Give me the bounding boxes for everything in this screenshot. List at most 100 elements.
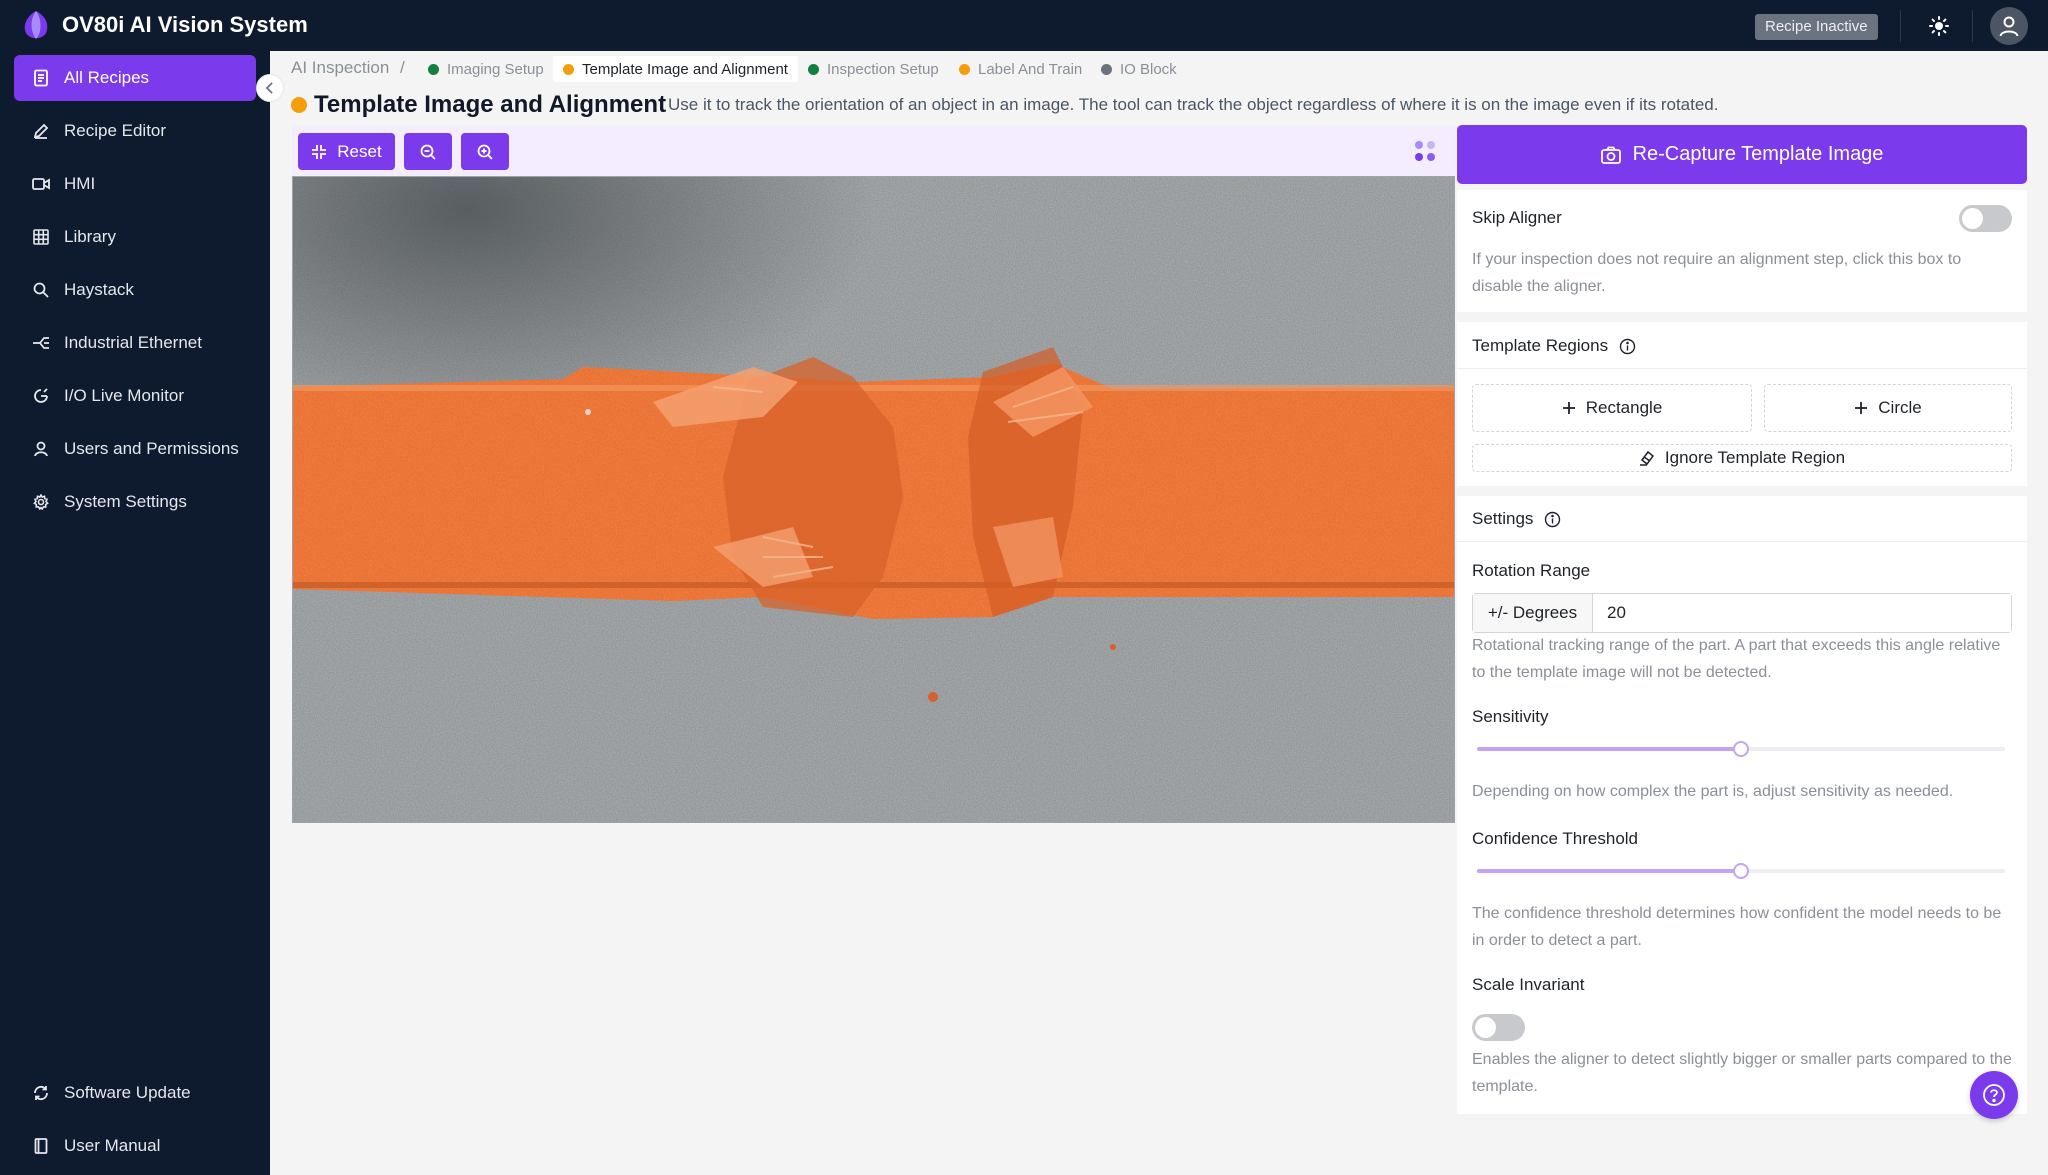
ethernet-icon [32, 334, 50, 352]
settings-title: Settings [1472, 509, 1561, 529]
sidebar: All Recipes Recipe Editor HMI Library Ha… [0, 51, 270, 1175]
sidebar-item-label: I/O Live Monitor [64, 386, 184, 405]
user-avatar[interactable] [1990, 7, 2028, 45]
sidebar-item-recipe-editor[interactable]: Recipe Editor [14, 108, 256, 154]
ignore-template-region-button[interactable]: Ignore Template Region [1472, 444, 2012, 472]
reset-label: Reset [337, 141, 382, 161]
sidebar-item-label: Software Update [64, 1083, 191, 1102]
status-dot [959, 63, 970, 75]
reset-button[interactable]: Reset [298, 133, 395, 170]
compress-icon [312, 144, 327, 159]
sidebar-item-label: Library [64, 227, 116, 246]
breadcrumb-step-label: IO Block [1120, 60, 1177, 78]
rotation-unit-addon: +/- Degrees [1473, 594, 1593, 632]
chevron-left-icon [265, 82, 273, 94]
status-dot [1101, 63, 1112, 75]
eraser-icon [1639, 450, 1655, 466]
rotation-range-help: Rotational tracking range of the part. A… [1472, 637, 2001, 681]
logo-icon [24, 11, 48, 39]
page-description: Use it to track the orientation of an ob… [668, 95, 1719, 114]
template-image[interactable] [292, 176, 1455, 823]
grid-icon [32, 228, 50, 246]
recipe-status-badge: Recipe Inactive [1755, 14, 1878, 40]
slider-handle[interactable] [1733, 741, 1749, 757]
loading-dots-icon [1415, 141, 1435, 161]
rotation-range-label: Rotation Range [1472, 561, 1591, 580]
skip-aligner-help: If your inspection does not require an a… [1472, 251, 1962, 295]
sidebar-item-label: HMI [64, 174, 96, 193]
confidence-threshold-slider[interactable] [1477, 862, 2005, 880]
rotation-range-input[interactable] [1593, 594, 2011, 632]
settings-card [1457, 496, 2027, 1114]
divider [1457, 368, 2027, 369]
template-image-canvas[interactable] [293, 177, 1455, 823]
toggle-knob [1475, 1017, 1496, 1038]
theme-toggle-button[interactable] [1921, 10, 1957, 42]
confidence-threshold-help: The confidence threshold determines how … [1472, 905, 2002, 949]
sidebar-item-user-manual[interactable]: User Manual [14, 1123, 256, 1169]
breadcrumb-step-io-block[interactable]: IO Block [1091, 56, 1187, 82]
pencil-icon [32, 122, 50, 140]
topbar-divider [1972, 10, 1973, 42]
zoom-in-button[interactable] [461, 133, 509, 170]
info-icon[interactable] [1619, 338, 1636, 355]
slider-track [1477, 869, 1741, 873]
sidebar-item-label: Recipe Editor [64, 121, 167, 140]
breadcrumb-step-label: Label And Train [978, 60, 1083, 78]
sidebar-item-label: Industrial Ethernet [64, 333, 202, 352]
camera-icon [1600, 146, 1621, 164]
breadcrumb-separator: / [400, 58, 405, 77]
breadcrumb-step-label-and-train[interactable]: Label And Train [949, 56, 1092, 82]
sidebar-item-users-permissions[interactable]: Users and Permissions [14, 426, 256, 472]
breadcrumb-step-template-image[interactable]: Template Image and Alignment [553, 56, 798, 82]
sidebar-item-label: System Settings [64, 492, 187, 511]
sidebar-item-label: Haystack [64, 280, 134, 299]
zoom-in-icon [477, 144, 493, 160]
sidebar-item-haystack[interactable]: Haystack [14, 267, 256, 313]
sidebar-item-library[interactable]: Library [14, 214, 256, 260]
sidebar-item-all-recipes[interactable]: All Recipes [14, 55, 256, 101]
page-title: Template Image and Alignment [314, 91, 667, 118]
question-icon [1983, 1084, 2005, 1106]
add-circle-button[interactable]: Circle [1764, 384, 2012, 432]
topbar-divider [1900, 10, 1901, 42]
plus-icon [1854, 401, 1868, 415]
breadcrumb-root[interactable]: AI Inspection [291, 58, 389, 78]
monitor-icon [32, 387, 50, 405]
video-icon [32, 175, 50, 193]
sidebar-item-software-update[interactable]: Software Update [14, 1070, 256, 1116]
breadcrumb-step-inspection-setup[interactable]: Inspection Setup [798, 56, 949, 82]
skip-aligner-toggle[interactable] [1959, 205, 2012, 232]
gear-icon [32, 493, 50, 511]
breadcrumb-step-label: Inspection Setup [827, 60, 939, 78]
settings-title-text: Settings [1472, 509, 1534, 528]
scale-invariant-toggle[interactable] [1472, 1014, 1525, 1041]
add-rectangle-button[interactable]: Rectangle [1472, 384, 1752, 432]
sidebar-item-industrial-ethernet[interactable]: Industrial Ethernet [14, 320, 256, 366]
status-dot [563, 63, 574, 75]
sidebar-item-hmi[interactable]: HMI [14, 161, 256, 207]
refresh-icon [32, 1084, 50, 1102]
user-icon [32, 440, 50, 458]
app-title: OV80i AI Vision System [62, 12, 308, 37]
sidebar-collapse-button[interactable] [256, 74, 284, 102]
sidebar-item-system-settings[interactable]: System Settings [14, 479, 256, 525]
sensitivity-help: Depending on how complex the part is, ad… [1472, 783, 1954, 800]
breadcrumb-step-label: Template Image and Alignment [582, 60, 788, 78]
circle-label: Circle [1878, 398, 1922, 417]
search-icon [32, 281, 50, 299]
help-button[interactable] [1970, 1071, 2018, 1119]
rotation-range-field: +/- Degrees [1472, 593, 2012, 633]
zoom-out-button[interactable] [404, 133, 452, 170]
rectangle-label: Rectangle [1585, 398, 1663, 417]
status-dot [428, 63, 439, 75]
sidebar-item-io-live-monitor[interactable]: I/O Live Monitor [14, 373, 256, 419]
recapture-template-button[interactable]: Re-Capture Template Image [1457, 125, 2027, 184]
template-regions-title-text: Template Regions [1472, 336, 1609, 355]
breadcrumb-step-imaging-setup[interactable]: Imaging Setup [418, 56, 554, 82]
plus-icon [1562, 401, 1576, 415]
info-icon[interactable] [1544, 511, 1561, 528]
slider-handle[interactable] [1733, 863, 1749, 879]
sensitivity-slider[interactable] [1477, 740, 2005, 758]
page-status-dot [291, 97, 307, 113]
